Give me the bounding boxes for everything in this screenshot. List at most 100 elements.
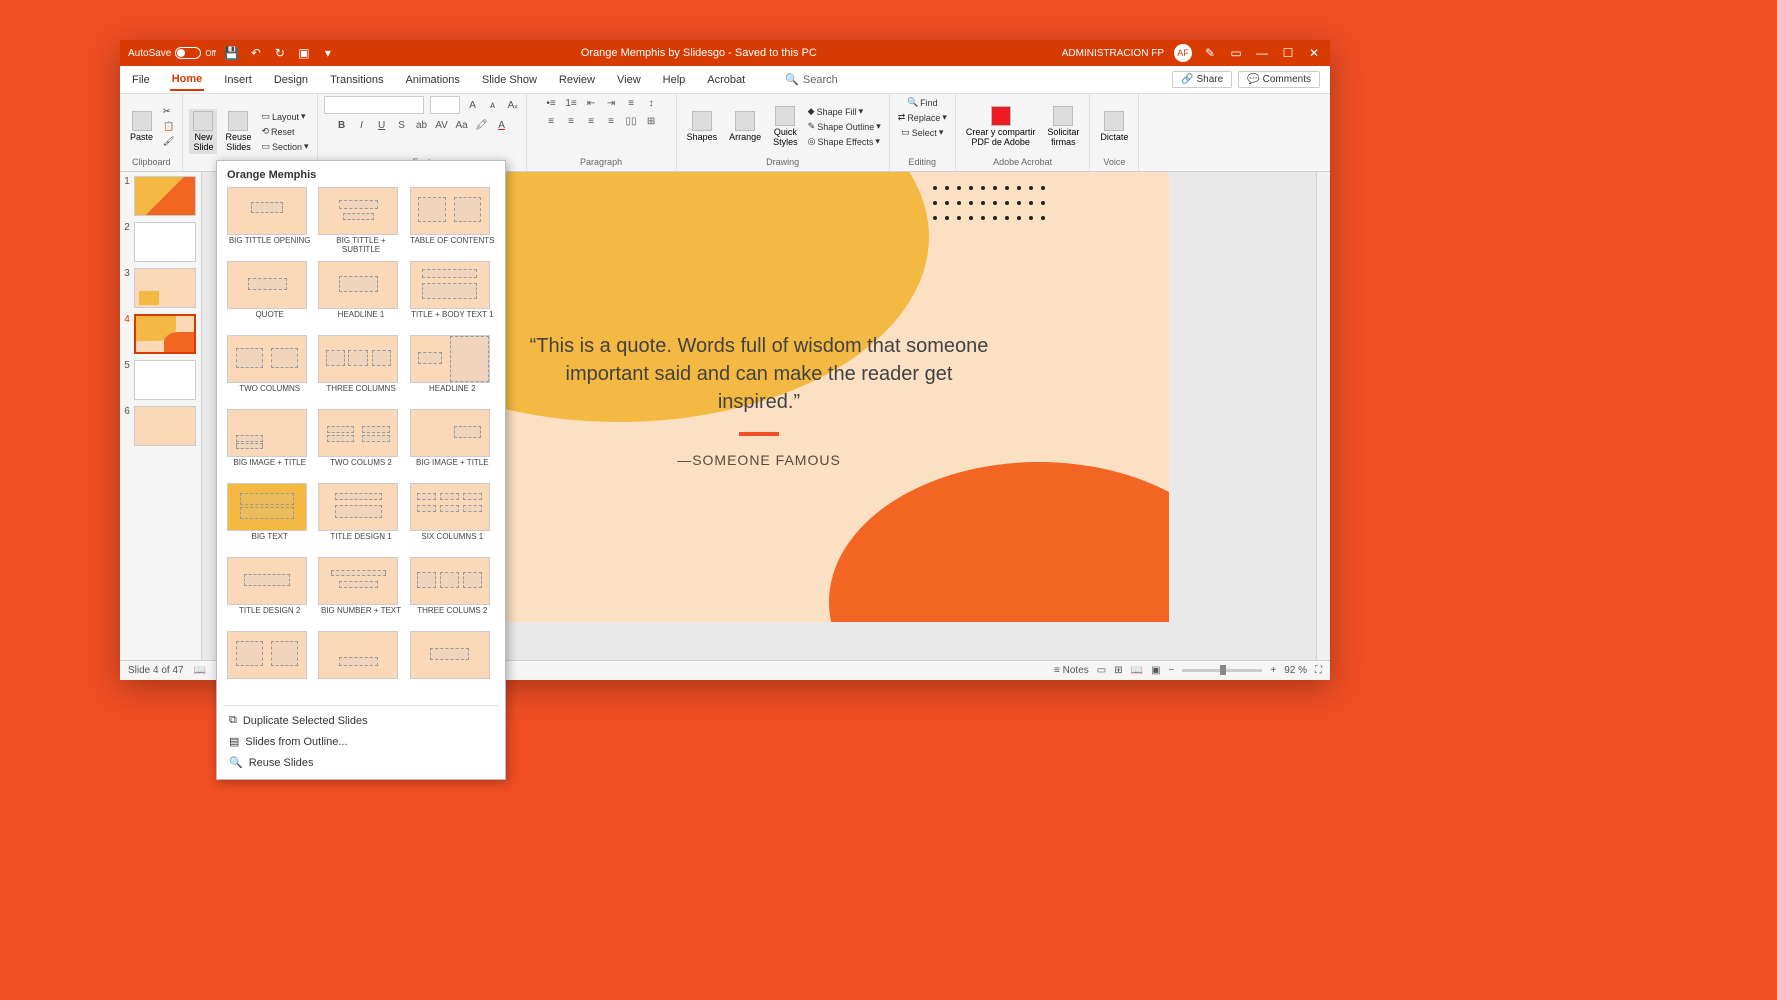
- font-color-button[interactable]: A: [495, 118, 509, 132]
- copy-button[interactable]: 📋: [161, 120, 176, 133]
- layout-option[interactable]: SIX COLUMNS 1: [410, 483, 495, 551]
- reuse-slides-button[interactable]: Reuse Slides: [221, 109, 255, 155]
- cut-button[interactable]: ✂: [161, 105, 176, 118]
- layout-option[interactable]: TITLE DESIGN 1: [318, 483, 403, 551]
- tab-slideshow[interactable]: Slide Show: [480, 70, 539, 90]
- close-icon[interactable]: ✕: [1306, 45, 1322, 61]
- layout-option[interactable]: BIG TITTLE + SUBTITLE: [318, 187, 403, 255]
- arrange-button[interactable]: Arrange: [725, 109, 765, 145]
- zoom-in-icon[interactable]: +: [1270, 665, 1276, 676]
- layout-option[interactable]: TITLE + BODY TEXT 1: [410, 261, 495, 329]
- layout-option[interactable]: BIG TEXT: [227, 483, 312, 551]
- layout-option[interactable]: TITLE DESIGN 2: [227, 557, 312, 625]
- sorter-view-icon[interactable]: ⊞: [1114, 665, 1122, 676]
- zoom-level[interactable]: 92 %: [1284, 665, 1307, 676]
- format-painter-button[interactable]: 🖌: [161, 135, 176, 148]
- slides-from-outline-item[interactable]: ▤Slides from Outline...: [223, 731, 499, 752]
- quote-block[interactable]: “This is a quote. Words full of wisdom t…: [529, 332, 989, 468]
- reuse-slides-item[interactable]: 🔍Reuse Slides: [223, 752, 499, 773]
- find-button[interactable]: 🔍 Find: [905, 96, 940, 109]
- normal-view-icon[interactable]: ▭: [1097, 665, 1106, 676]
- more-icon[interactable]: ▾: [320, 45, 336, 61]
- strikethrough-button[interactable]: S: [395, 118, 409, 132]
- vertical-scrollbar[interactable]: [1316, 172, 1330, 660]
- reading-view-icon[interactable]: 📖: [1131, 665, 1143, 676]
- thumb-5[interactable]: [134, 360, 196, 400]
- select-button[interactable]: ▭ Select ▾: [899, 126, 945, 139]
- smartart-button[interactable]: ⊞: [644, 114, 658, 128]
- highlight-button[interactable]: 🖍: [475, 118, 489, 132]
- share-button[interactable]: 🔗Share: [1172, 71, 1232, 88]
- increase-font-icon[interactable]: A: [466, 98, 480, 112]
- user-avatar[interactable]: AF: [1174, 44, 1192, 62]
- autosave-toggle[interactable]: AutoSave Off: [128, 47, 216, 59]
- paste-button[interactable]: Paste: [126, 109, 157, 145]
- bullets-button[interactable]: •≡: [544, 96, 558, 110]
- quick-styles-button[interactable]: Quick Styles: [769, 104, 802, 150]
- layout-option[interactable]: BIG IMAGE + TITLE: [227, 409, 312, 477]
- bold-button[interactable]: B: [335, 118, 349, 132]
- layout-option[interactable]: [227, 631, 312, 699]
- section-button[interactable]: ▭ Section ▾: [259, 140, 310, 153]
- indent-out-button[interactable]: ⇤: [584, 96, 598, 110]
- line-spacing-button[interactable]: ≡: [624, 96, 638, 110]
- align-left-button[interactable]: ≡: [544, 114, 558, 128]
- spacing-button[interactable]: AV: [435, 118, 449, 132]
- text-direction-button[interactable]: ↕: [644, 96, 658, 110]
- italic-button[interactable]: I: [355, 118, 369, 132]
- shapes-button[interactable]: Shapes: [683, 109, 722, 145]
- thumb-6[interactable]: [134, 406, 196, 446]
- shadow-button[interactable]: ab: [415, 118, 429, 132]
- columns-button[interactable]: ▯▯: [624, 114, 638, 128]
- tab-review[interactable]: Review: [557, 70, 597, 90]
- tab-acrobat[interactable]: Acrobat: [705, 70, 747, 90]
- align-right-button[interactable]: ≡: [584, 114, 598, 128]
- zoom-out-icon[interactable]: −: [1169, 665, 1175, 676]
- layout-option[interactable]: BIG TITTLE OPENING: [227, 187, 312, 255]
- tab-file[interactable]: File: [130, 70, 152, 90]
- dictate-button[interactable]: Dictate: [1096, 109, 1132, 145]
- search-box[interactable]: 🔍 Search: [785, 73, 838, 86]
- thumb-2[interactable]: [134, 222, 196, 262]
- fit-window-icon[interactable]: ⛶: [1315, 665, 1322, 676]
- comments-button[interactable]: 💬Comments: [1238, 71, 1320, 88]
- minimize-icon[interactable]: —: [1254, 45, 1270, 61]
- decrease-font-icon[interactable]: ᴀ: [486, 98, 500, 112]
- duplicate-slides-item[interactable]: ⧉Duplicate Selected Slides: [223, 710, 499, 731]
- save-icon[interactable]: 💾: [224, 45, 240, 61]
- layout-option[interactable]: HEADLINE 1: [318, 261, 403, 329]
- thumb-1[interactable]: [134, 176, 196, 216]
- layout-option[interactable]: THREE COLUMNS: [318, 335, 403, 403]
- layout-option[interactable]: TABLE OF CONTENTS: [410, 187, 495, 255]
- clear-format-icon[interactable]: Aₓ: [506, 98, 520, 112]
- present-icon[interactable]: ▣: [296, 45, 312, 61]
- shape-fill-button[interactable]: ◆ Shape Fill ▾: [806, 105, 883, 118]
- indent-in-button[interactable]: ⇥: [604, 96, 618, 110]
- shape-effects-button[interactable]: ◎ Shape Effects ▾: [806, 135, 883, 148]
- layout-option[interactable]: [318, 631, 403, 699]
- new-slide-button[interactable]: New Slide: [189, 109, 217, 155]
- layout-option[interactable]: BIG NUMBER + TEXT: [318, 557, 403, 625]
- thumb-3[interactable]: [134, 268, 196, 308]
- layout-option[interactable]: TWO COLUMNS: [227, 335, 312, 403]
- spell-check-icon[interactable]: 📖: [194, 665, 206, 676]
- underline-button[interactable]: U: [375, 118, 389, 132]
- justify-button[interactable]: ≡: [604, 114, 618, 128]
- case-button[interactable]: Aa: [455, 118, 469, 132]
- slideshow-view-icon[interactable]: ▣: [1151, 665, 1160, 676]
- redo-icon[interactable]: ↻: [272, 45, 288, 61]
- layout-option[interactable]: [410, 631, 495, 699]
- thumb-4[interactable]: [134, 314, 196, 354]
- layout-button[interactable]: ▭ Layout ▾: [259, 110, 310, 123]
- tab-design[interactable]: Design: [272, 70, 310, 90]
- undo-icon[interactable]: ↶: [248, 45, 264, 61]
- tab-home[interactable]: Home: [170, 69, 205, 91]
- layout-option[interactable]: TWO COLUMS 2: [318, 409, 403, 477]
- layout-option[interactable]: BIG IMAGE + TITLE: [410, 409, 495, 477]
- tab-animations[interactable]: Animations: [403, 70, 461, 90]
- align-center-button[interactable]: ≡: [564, 114, 578, 128]
- tab-help[interactable]: Help: [661, 70, 688, 90]
- tab-transitions[interactable]: Transitions: [328, 70, 385, 90]
- replace-button[interactable]: ⇄ Replace ▾: [896, 111, 949, 124]
- ribbon-display-icon[interactable]: ▭: [1228, 45, 1244, 61]
